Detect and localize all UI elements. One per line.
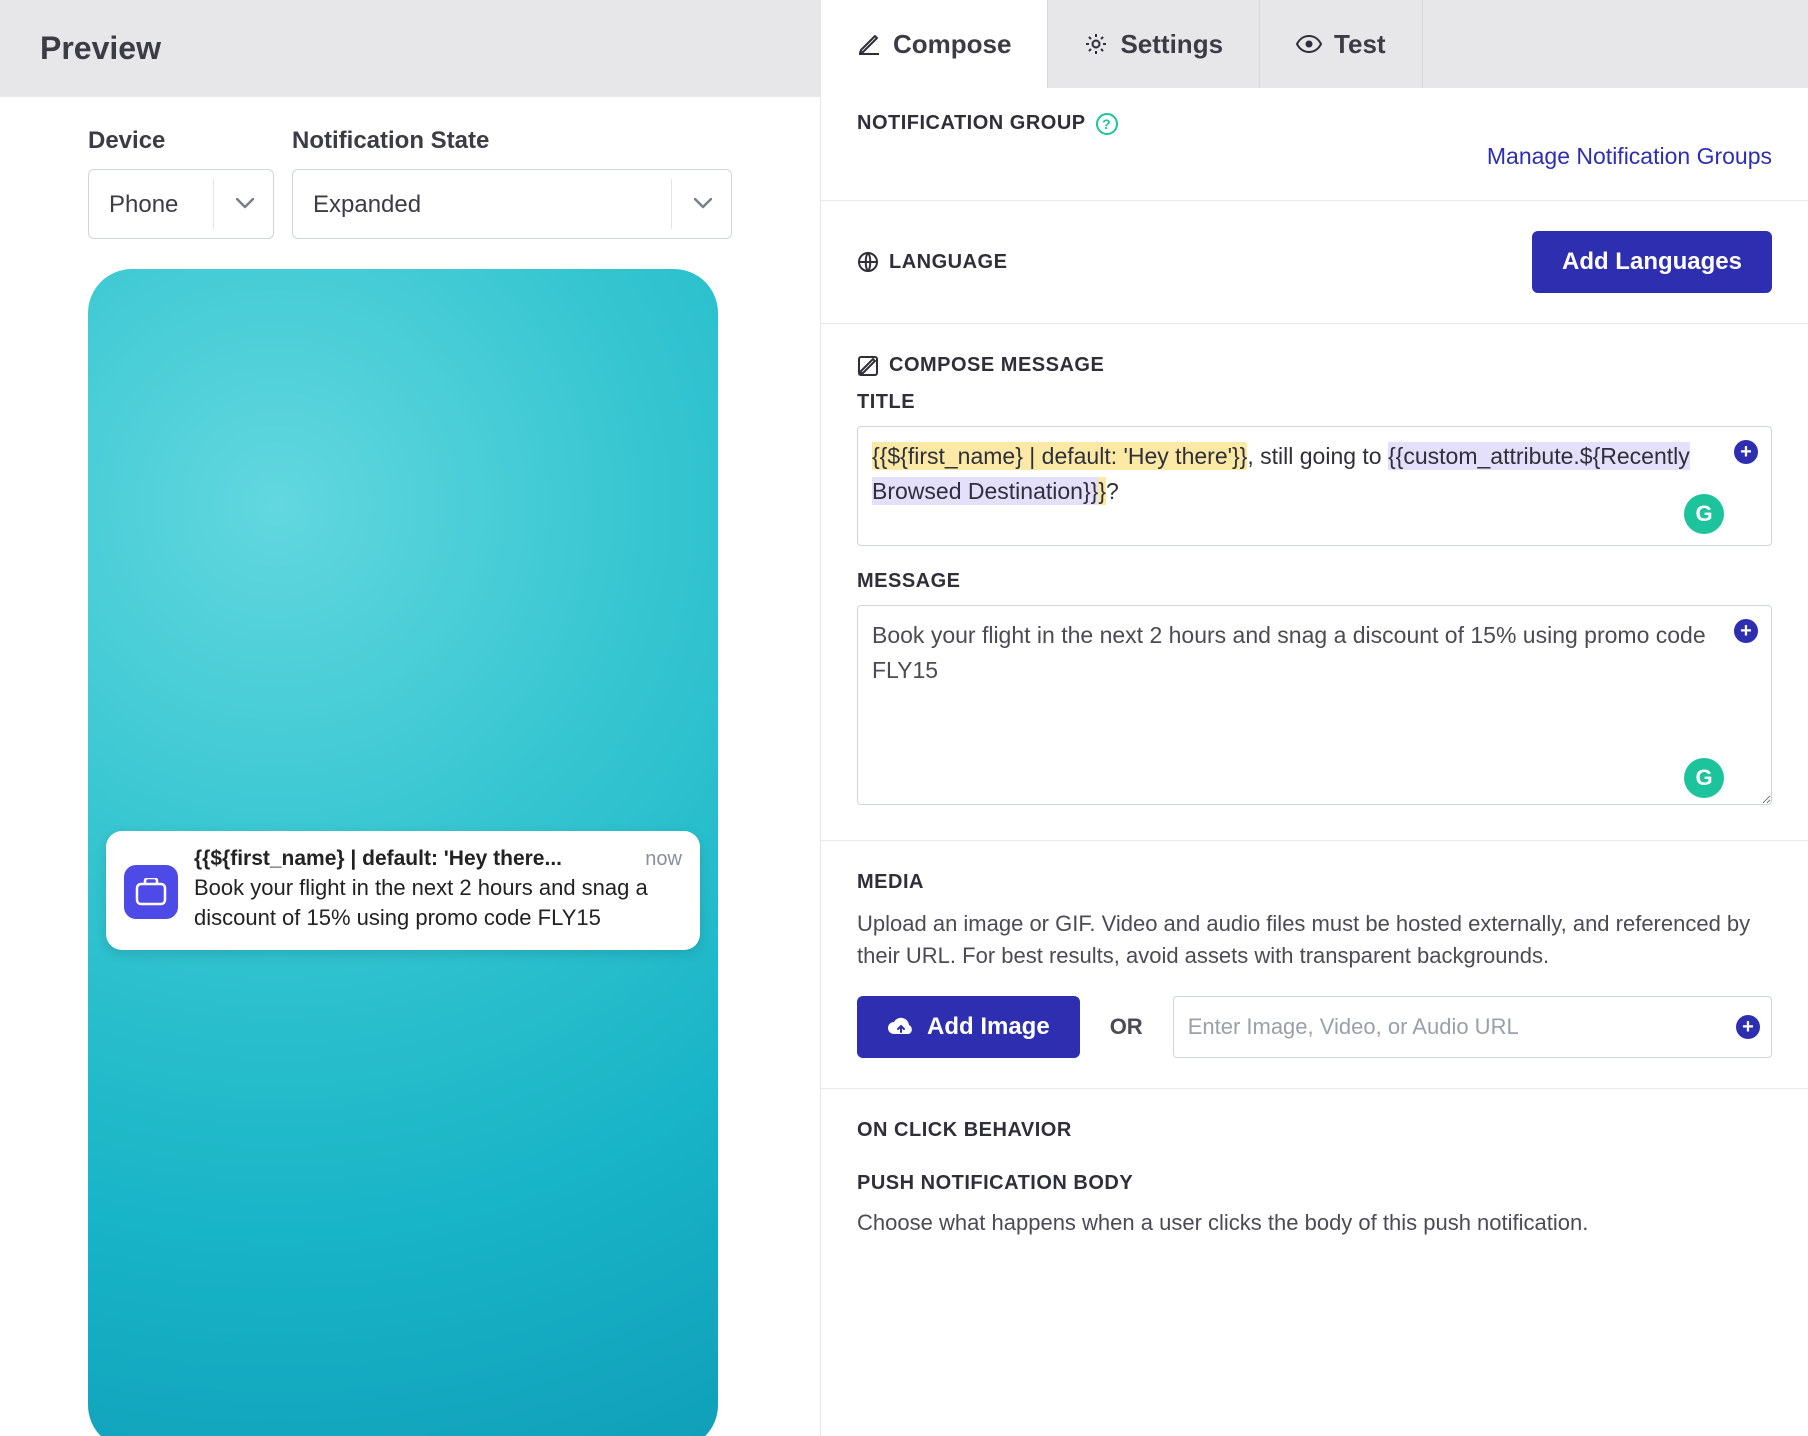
tabs-spacer (1423, 0, 1808, 88)
tab-compose[interactable]: Compose (821, 0, 1048, 88)
title-add-variable-button[interactable]: + (1734, 440, 1758, 464)
language-panel: LANGUAGE Add Languages (821, 201, 1808, 324)
preview-column: Preview Device Phone (0, 0, 820, 1436)
media-or-separator: OR (1110, 1014, 1143, 1040)
help-icon[interactable]: ? (1096, 113, 1118, 135)
message-field-label: MESSAGE (857, 570, 1772, 593)
notification-card: {{${first_name} | default: 'Hey there...… (106, 831, 700, 950)
title-field-label: TITLE (857, 391, 1772, 414)
notification-state-label: Notification State (292, 127, 732, 155)
pencil-icon (857, 32, 881, 56)
preview-title: Preview (40, 30, 780, 67)
media-panel: MEDIA Upload an image or GIF. Video and … (821, 841, 1808, 1089)
notification-time: now (645, 848, 682, 871)
cloud-upload-icon (887, 1016, 915, 1038)
compose-message-panel: COMPOSE MESSAGE TITLE {{${first_name} | … (821, 324, 1808, 841)
compose-column: Compose Settings Test NOTIFICATION GROUP (820, 0, 1808, 1436)
on-click-panel: ON CLICK BEHAVIOR PUSH NOTIFICATION BODY… (821, 1089, 1808, 1269)
app-icon (124, 865, 178, 919)
push-body-label: PUSH NOTIFICATION BODY (857, 1172, 1772, 1195)
device-label: Device (88, 127, 274, 155)
message-input[interactable] (857, 605, 1772, 805)
media-url-add-button[interactable]: + (1736, 1015, 1760, 1039)
notification-group-panel: NOTIFICATION GROUP ? Manage Notification… (821, 88, 1808, 201)
media-url-input[interactable] (1173, 996, 1772, 1058)
notification-state-select[interactable]: Expanded (292, 169, 732, 239)
grammarly-icon[interactable]: G (1684, 494, 1724, 534)
title-input[interactable]: {{${first_name} | default: 'Hey there'}}… (857, 426, 1772, 546)
device-control: Device Phone (88, 127, 274, 239)
notification-state-control: Notification State Expanded (292, 127, 732, 239)
preview-header: Preview (0, 0, 820, 97)
language-label: LANGUAGE (857, 251, 1007, 274)
compose-message-label: COMPOSE MESSAGE (857, 354, 1772, 377)
tab-test[interactable]: Test (1260, 0, 1423, 88)
globe-icon (857, 251, 879, 273)
add-languages-button[interactable]: Add Languages (1532, 231, 1772, 293)
media-label: MEDIA (857, 871, 1772, 894)
tab-test-label: Test (1334, 29, 1386, 60)
media-description: Upload an image or GIF. Video and audio … (857, 908, 1772, 972)
tab-compose-label: Compose (893, 29, 1011, 60)
phone-preview-frame: {{${first_name} | default: 'Hey there...… (88, 269, 718, 1436)
tab-settings-label: Settings (1120, 29, 1223, 60)
add-image-button[interactable]: Add Image (857, 996, 1080, 1058)
device-select[interactable]: Phone (88, 169, 274, 239)
edit-icon (857, 355, 879, 377)
tabs-bar: Compose Settings Test (821, 0, 1808, 88)
gear-icon (1084, 32, 1108, 56)
on-click-label: ON CLICK BEHAVIOR (857, 1119, 1772, 1142)
notification-body: Book your flight in the next 2 hours and… (194, 873, 682, 932)
eye-icon (1296, 35, 1322, 53)
notification-title: {{${first_name} | default: 'Hey there... (194, 847, 562, 871)
message-add-variable-button[interactable]: + (1734, 619, 1758, 643)
manage-notification-groups-link[interactable]: Manage Notification Groups (1487, 143, 1772, 169)
push-body-description: Choose what happens when a user clicks t… (857, 1207, 1772, 1239)
notification-group-label: NOTIFICATION GROUP ? (857, 112, 1118, 135)
tab-settings[interactable]: Settings (1048, 0, 1260, 88)
preview-controls: Device Phone Notification State (88, 127, 732, 239)
grammarly-icon[interactable]: G (1684, 758, 1724, 798)
